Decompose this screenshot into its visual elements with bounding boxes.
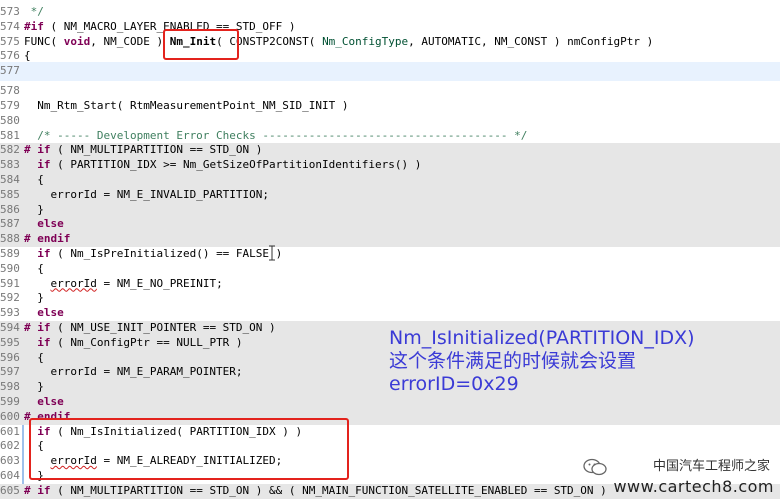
line-number: 591 bbox=[0, 276, 20, 290]
line-number: 594 bbox=[0, 321, 20, 334]
line-code: } bbox=[24, 380, 44, 394]
line-number: 598 bbox=[0, 380, 20, 394]
line-code: { bbox=[24, 173, 44, 186]
line-number: 588 bbox=[0, 232, 20, 246]
line-code: Nm_Rtm_Start( RtmMeasurementPoint_NM_SID… bbox=[24, 99, 349, 112]
line-code: if ( Nm_IsPreInitialized() == FALSE ) bbox=[37, 247, 283, 260]
line-number: 601 bbox=[0, 424, 20, 438]
line-code: { bbox=[24, 350, 44, 364]
code-line[interactable]: 577 bbox=[0, 62, 780, 82]
line-code: { bbox=[24, 261, 44, 275]
line-number: 592 bbox=[0, 291, 20, 305]
line-code: # if ( NM_MULTIPARTITION == STD_ON ) bbox=[24, 143, 263, 157]
code-line[interactable]: 588 # endif bbox=[0, 232, 780, 247]
line-code: else bbox=[37, 306, 64, 320]
code-line[interactable]: 585 errorId = NM_E_INVALID_PARTITION; bbox=[0, 187, 780, 203]
line-code: # endif bbox=[24, 232, 71, 246]
line-number: 602 bbox=[0, 439, 20, 453]
line-number: 597 bbox=[0, 365, 20, 379]
line-code: else bbox=[37, 395, 64, 408]
line-number: 577 bbox=[0, 64, 20, 78]
line-code: errorId = NM_E_INVALID_PARTITION; bbox=[24, 187, 270, 201]
code-line[interactable]: 580 bbox=[0, 114, 780, 129]
line-number: 585 bbox=[0, 187, 20, 201]
watermark-title: 中国汽车工程师之家 bbox=[652, 459, 770, 474]
code-line[interactable]: 575 FUNC( void, NM_CODE ) Nm_Init( CONSTP… bbox=[0, 35, 780, 50]
annotation-text: Nm_IsInitialized(PARTITION_IDX) 这个条件满足的时… bbox=[389, 327, 779, 396]
line-code: FUNC( void, NM_CODE ) Nm_Init( CONSTP2CO… bbox=[24, 34, 654, 48]
code-line[interactable]: 586 } bbox=[0, 202, 780, 218]
line-number: 584 bbox=[0, 173, 20, 186]
line-number: 578 bbox=[0, 84, 20, 98]
code-line[interactable]: 574 #if ( NM_MACRO_LAYER_ENABLED == STD_O… bbox=[0, 20, 780, 35]
line-code: # if ( NM_MULTIPARTITION == STD_ON ) && … bbox=[24, 483, 607, 497]
line-code: } bbox=[24, 202, 44, 216]
line-number: 589 bbox=[0, 247, 20, 260]
text-cursor-icon bbox=[269, 245, 275, 261]
line-number: 596 bbox=[0, 350, 20, 364]
line-code: } bbox=[24, 291, 44, 305]
line-number: 605 bbox=[0, 483, 20, 497]
code-line[interactable]: 578 bbox=[0, 84, 780, 99]
annotation-line-1: Nm_IsInitialized(PARTITION_IDX) bbox=[389, 327, 695, 349]
line-number: 603 bbox=[0, 454, 20, 468]
code-line[interactable]: 573 */ bbox=[0, 5, 780, 20]
line-number: 579 bbox=[0, 99, 20, 112]
line-code: errorId = NM_E_PARAM_POINTER; bbox=[24, 365, 243, 379]
code-line[interactable]: 581 /* ----- Development Error Checks --… bbox=[0, 129, 780, 144]
code-line[interactable]: 591 errorId = NM_E_NO_PREINIT; bbox=[0, 277, 780, 292]
line-number: 590 bbox=[0, 261, 20, 275]
code-line[interactable]: 579 Nm_Rtm_Start( RtmMeasurementPoint_NM… bbox=[0, 99, 780, 114]
code-line[interactable]: 587 else bbox=[0, 217, 780, 233]
is-initialized-highlight-box bbox=[29, 418, 349, 480]
line-number: 575 bbox=[0, 34, 20, 48]
line-code: errorId = NM_E_NO_PREINIT; bbox=[50, 276, 223, 290]
watermark-url: www.cartech8.com bbox=[613, 477, 774, 496]
line-number: 600 bbox=[0, 409, 20, 423]
line-number: 593 bbox=[0, 306, 20, 320]
line-code: #if ( NM_MACRO_LAYER_ENABLED == STD_OFF … bbox=[24, 19, 296, 33]
line-code: /* ----- Development Error Checks ------… bbox=[24, 128, 528, 142]
code-line[interactable]: 590 { bbox=[0, 262, 780, 277]
line-number: 604 bbox=[0, 469, 20, 482]
nm-init-highlight-box bbox=[163, 29, 239, 60]
line-code: # if ( NM_USE_INIT_POINTER == STD_ON ) bbox=[24, 321, 276, 334]
line-number: 581 bbox=[0, 128, 20, 142]
line-code: if ( Nm_ConfigPtr == NULL_PTR ) bbox=[37, 335, 243, 349]
line-number: 573 bbox=[0, 5, 20, 18]
line-code: else bbox=[37, 217, 64, 231]
code-line[interactable]: 592 } bbox=[0, 291, 780, 306]
line-number: 595 bbox=[0, 335, 20, 349]
line-number: 582 bbox=[0, 143, 20, 157]
annotation-line-2: 这个条件满足的时候就会设置 bbox=[389, 350, 637, 372]
annotation-line-3: errorID=0x29 bbox=[389, 373, 519, 395]
line-number: 583 bbox=[0, 158, 20, 172]
code-line[interactable]: 584 { bbox=[0, 173, 780, 188]
line-number: 599 bbox=[0, 395, 20, 408]
code-line[interactable]: 583 if ( PARTITION_IDX >= Nm_GetSizeOfPa… bbox=[0, 158, 780, 173]
line-code: if ( PARTITION_IDX >= Nm_GetSizeOfPartit… bbox=[37, 158, 422, 172]
line-number: 580 bbox=[0, 113, 20, 127]
wechat-logo-icon bbox=[583, 458, 607, 476]
line-number: 574 bbox=[0, 19, 20, 33]
code-line[interactable]: 582 # if ( NM_MULTIPARTITION == STD_ON ) bbox=[0, 143, 780, 159]
code-line[interactable]: 589 if ( Nm_IsPreInitialized() == FALSE … bbox=[0, 247, 780, 262]
line-code: */ bbox=[24, 5, 44, 18]
line-number: 586 bbox=[0, 202, 20, 216]
code-line[interactable]: 593 else bbox=[0, 306, 780, 321]
code-line[interactable]: 599 else bbox=[0, 395, 780, 410]
line-number: 587 bbox=[0, 217, 20, 231]
